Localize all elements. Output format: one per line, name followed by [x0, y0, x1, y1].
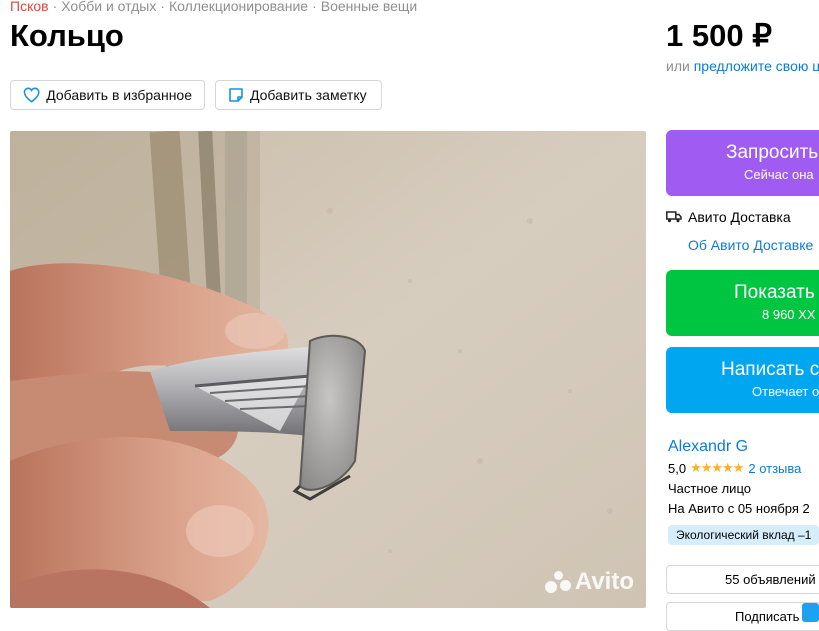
add-to-favorites-label: Добавить в избранное: [46, 87, 192, 103]
breadcrumb-item-collecting[interactable]: Коллекционирование: [169, 0, 308, 14]
request-button[interactable]: Запросить Сейчас она: [666, 130, 819, 196]
seller-type: Частное лицо: [668, 481, 751, 496]
breadcrumb: Псков · Хобби и отдых · Коллекционирование · В…: [10, 0, 418, 14]
avito-watermark: Avito: [544, 568, 634, 596]
write-message-label: Написать с: [721, 359, 819, 380]
write-message-button[interactable]: Написать с Отвечает о: [666, 347, 819, 413]
page-title: Кольцо: [10, 18, 124, 53]
heart-icon: [23, 87, 40, 103]
eco-badge[interactable]: Экологический вклад –1: [668, 525, 819, 545]
truck-icon: [666, 211, 682, 223]
seller-rating: 5,0 ★★★★★ 2 отзыва: [668, 460, 801, 476]
offer-prefix: или: [666, 58, 690, 74]
request-button-sub: Сейчас она: [744, 167, 814, 182]
breadcrumb-item-city[interactable]: Псков: [10, 0, 49, 14]
show-phone-number: 8 960 XX: [762, 307, 816, 322]
avito-watermark-text: Avito: [574, 568, 634, 595]
show-phone-label: Показать: [734, 282, 815, 303]
rating-value: 5,0: [668, 460, 687, 476]
add-note-label: Добавить заметку: [250, 87, 367, 103]
add-note-button[interactable]: Добавить заметку: [215, 80, 382, 110]
seller-name-link[interactable]: Alexandr G: [668, 438, 748, 456]
show-phone-button[interactable]: Показать 8 960 XX: [666, 270, 819, 336]
floating-widget-icon[interactable]: [802, 603, 819, 622]
reviews-link[interactable]: 2 отзыва: [748, 461, 801, 476]
subscribe-button[interactable]: Подписать: [666, 602, 819, 631]
ring-photo-image: [10, 131, 646, 608]
rating-stars-icon: ★★★★★: [690, 460, 744, 475]
about-delivery-link[interactable]: Об Авито Доставке: [688, 237, 813, 253]
request-button-label: Запросить: [726, 142, 819, 163]
breadcrumb-item-hobby[interactable]: Хобби и отдых: [61, 0, 156, 14]
offer-price-link[interactable]: предложите свою це: [694, 58, 819, 74]
write-message-sub: Отвечает о: [752, 384, 819, 399]
note-icon: [229, 88, 243, 102]
avito-logo-icon: [544, 571, 571, 593]
offer-line: или предложите свою це: [666, 58, 819, 74]
price: 1 500 ₽: [666, 18, 772, 53]
avito-delivery: Авито Доставка: [666, 209, 791, 225]
seller-since: На Авито с 05 ноября 2: [668, 501, 810, 516]
breadcrumb-item-military[interactable]: Военные вещи: [321, 0, 418, 14]
seller-ads-button[interactable]: 55 объявлений: [666, 565, 819, 594]
add-to-favorites-button[interactable]: Добавить в избранное: [10, 80, 205, 110]
delivery-label: Авито Доставка: [688, 209, 791, 225]
product-photo[interactable]: Avito: [10, 131, 646, 608]
